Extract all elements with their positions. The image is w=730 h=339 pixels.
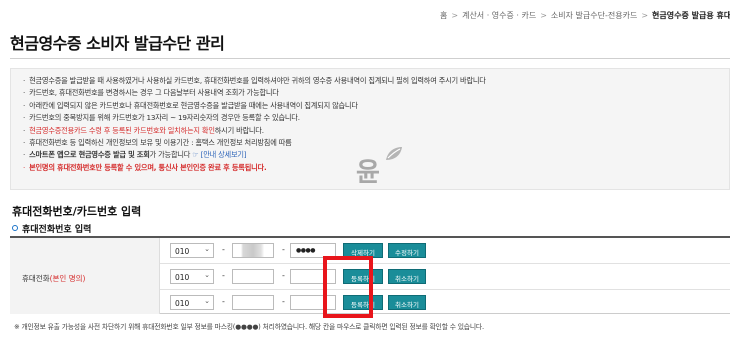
dash-separator: - [282,271,285,280]
breadcrumb: 홈 > 계산서 · 영수증 · 카드 > 소비자 발급수단-전용카드 > 현금영수증 발급용… [440,10,730,21]
notice-warning-text: 본인명의 휴대전화번호만 등록할 수 있으며, 통신사 본인인증 완료 후 등록… [29,162,267,172]
breadcrumb-current: 현금영수증 발급용 휴대전화번호 [652,11,730,20]
masked-value: ●●●● [296,247,315,254]
dash-separator: - [282,297,285,306]
row-divider [160,289,730,290]
dash-separator: - [222,245,225,254]
notice-verify-rest: 하시기 바랍니다. [214,125,264,135]
phone-middle-input[interactable] [232,269,274,284]
notice-item: 카드번호, 휴대전화번호를 변경하시는 경우 그 다음날부터 사용내역 조회가 … [23,87,717,99]
sub-title: 휴대전화번호 입력 [12,222,91,235]
phone-label-note: (본인 명의) [49,274,86,283]
phone-label-cell: 휴대전화(본인 명의) [10,238,160,314]
watermark-logo: 윤 [346,146,402,196]
notice-item: 아래칸에 입력되지 않은 카드번호나 휴대전화번호로 현금영수증을 발급받을 때… [23,100,717,112]
notice-app-rest: 가 가능합니다 [149,150,191,160]
page-title: 현금영수증 소비자 발급수단 관리 [10,34,225,53]
footnote: ※ 개인정보 유출 가능성을 사전 차단하기 위해 휴대전화번호 일부 정보를 … [14,323,484,331]
breadcrumb-separator: > [540,11,547,20]
chevron-down-icon: ⌄ [204,245,210,253]
edit-button[interactable]: 수정하기 [388,243,426,258]
highlight-annotation-box [323,256,373,318]
dash-separator: - [282,245,285,254]
phone-prefix-select[interactable]: 010 ⌄ [170,269,214,284]
breadcrumb-separator: > [641,11,649,20]
watermark-text: 윤 [356,158,380,188]
notice-app-bold: 스마트폰 앱으로 현금영수증 발급 및 조회 [29,150,150,160]
cancel-button[interactable]: 취소하기 [388,295,426,310]
chevron-down-icon: ⌄ [204,297,210,305]
guide-detail-link[interactable]: [안내 상세보기] [201,150,247,159]
phone-prefix-value: 010 [175,299,190,308]
title-divider [10,58,730,59]
notice-item-verify: 현금영수증전용카드 수령 후 등록된 카드번호와 일치하는지 확인하시기 바랍니… [23,125,717,137]
info-icon: ☞ [192,150,199,160]
breadcrumb-home[interactable]: 홈 [440,10,447,21]
phone-prefix-value: 010 [175,273,190,282]
dash-separator: - [222,271,225,280]
phone-label: 휴대전화 [22,274,50,283]
sub-title-text: 휴대전화번호 입력 [22,225,92,235]
phone-prefix-select[interactable]: 010 ⌄ [170,295,214,310]
cancel-button[interactable]: 취소하기 [388,269,426,284]
dash-separator: - [222,297,225,306]
row-divider [160,263,730,264]
bullet-circle-icon [12,225,18,231]
chevron-down-icon: ⌄ [204,271,210,279]
notice-item: 카드번호의 중복방지를 위해 카드번호가 13자리 ~ 19자리숫자의 경우만 … [23,112,717,124]
phone-middle-input[interactable] [232,295,274,310]
phone-prefix-select[interactable]: 010 ⌄ [170,243,214,258]
phone-middle-input[interactable] [232,243,274,258]
breadcrumb-item-consumer[interactable]: 소비자 발급수단-전용카드 [551,10,637,21]
notice-verify-red: 현금영수증전용카드 수령 후 등록된 카드번호와 일치하는지 확인 [29,125,215,135]
breadcrumb-item-receipts[interactable]: 계산서 · 영수증 · 카드 [462,10,536,21]
notice-item: 현금영수증을 발급받을 때 사용하였거나 사용하실 카드번호, 휴대전화번호를 … [23,75,717,87]
phone-prefix-value: 010 [175,247,190,256]
breadcrumb-separator: > [451,11,459,20]
leaf-icon [386,147,402,160]
section-title: 휴대전화번호/카드번호 입력 [12,205,142,218]
